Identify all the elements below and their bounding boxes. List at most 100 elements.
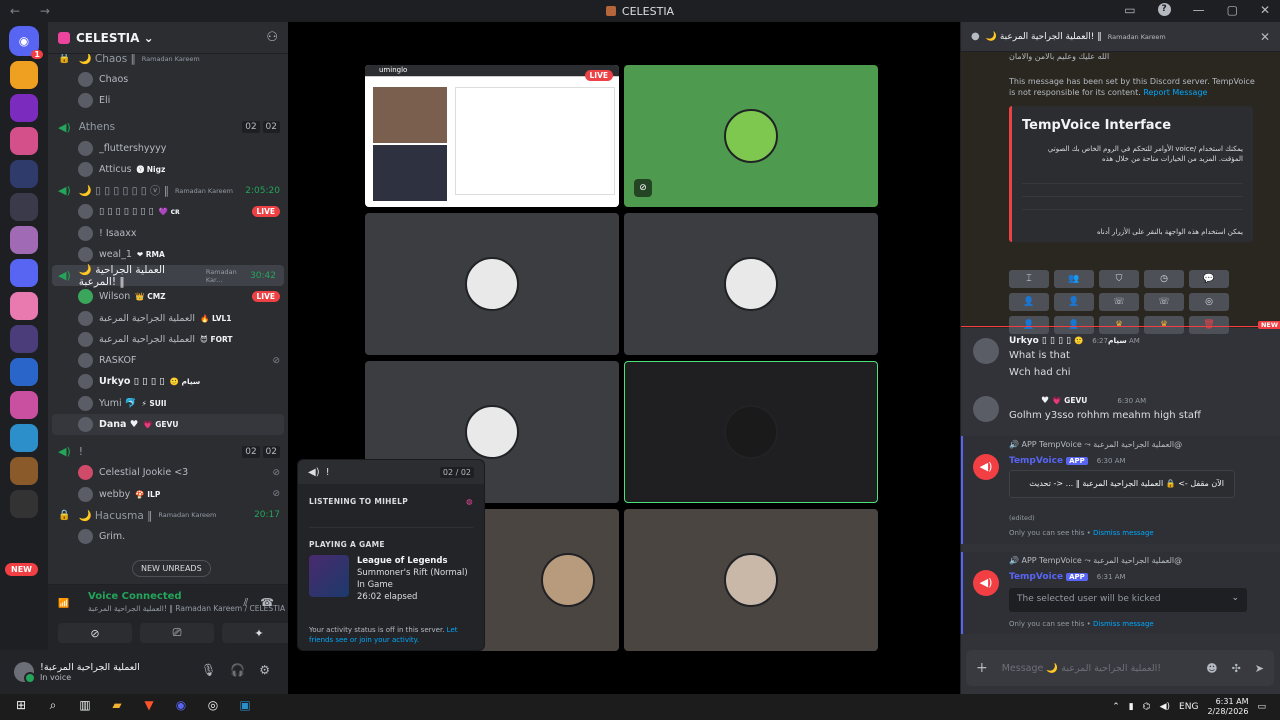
clock[interactable]: 6:31 AM 2/28/2026 xyxy=(1207,697,1248,717)
message-composer[interactable]: + Message 🌙 العملية الجراحية المرعبة! ‖ … xyxy=(966,650,1274,686)
participant-tile[interactable] xyxy=(624,213,878,355)
voice-member[interactable]: Eli xyxy=(48,90,288,111)
server-icon[interactable] xyxy=(10,391,38,419)
claim-button[interactable]: ♛ xyxy=(1099,316,1139,334)
headphones-icon[interactable]: 🎧 xyxy=(230,663,245,677)
new-pill[interactable]: NEW xyxy=(5,563,38,576)
server-icon[interactable] xyxy=(10,226,38,254)
voice-member[interactable]: ▯ ▯ ▯ ▯ ▯ ▯ ▯ 💜 ᴄʀ LIVE xyxy=(48,201,288,222)
chat-message[interactable]: ♥ 💗 GEVU 6:30 AM Golhm y3sso rohhm meahm … xyxy=(961,392,1280,432)
voice-member[interactable]: weal_1 ❤ RMA xyxy=(48,244,288,265)
history-nav[interactable]: ← → xyxy=(0,4,60,18)
region-button[interactable]: ◎ xyxy=(1189,293,1229,311)
minimize-button[interactable]: — xyxy=(1193,3,1205,17)
inbox-icon[interactable]: ▭ xyxy=(1124,3,1135,17)
message-author[interactable]: Urkyo ▯ ▯ ▯ ▯ 🙂 سيام6:27 AM xyxy=(1009,336,1140,346)
user-select-dropdown[interactable]: The selected user will be kicked ⌄ xyxy=(1009,588,1247,612)
task-view-icon[interactable]: ▥ xyxy=(74,698,96,716)
network-icon[interactable]: ⌬ xyxy=(1143,702,1151,712)
signal-icon[interactable]: 📶 xyxy=(58,599,69,609)
server-icon[interactable] xyxy=(10,259,38,287)
dismiss-link[interactable]: Dismiss message xyxy=(1093,620,1154,628)
maximize-button[interactable]: ▢ xyxy=(1227,3,1238,17)
folder-icon[interactable]: ▰ xyxy=(106,698,128,716)
help-icon[interactable]: ? xyxy=(1157,3,1171,16)
server-icon[interactable] xyxy=(10,127,38,155)
untrust-button[interactable]: 👤 xyxy=(1054,293,1094,311)
camera-button[interactable]: ⊘ xyxy=(58,623,132,643)
waiting-room-button[interactable]: ◷ xyxy=(1144,270,1184,288)
limit-button[interactable]: 👥 xyxy=(1054,270,1094,288)
unblock-button[interactable]: 👤 xyxy=(1054,316,1094,334)
voice-channel[interactable]: 🔒 🌙 Chaos ‖ Ramadan Kareem xyxy=(48,54,288,69)
voice-member[interactable]: Atticus 🅨 Nigz xyxy=(48,159,288,180)
voice-member[interactable]: Dana ♥ 💗 GEVU xyxy=(52,413,284,436)
noise-suppression-icon[interactable]: ⫽ xyxy=(243,596,248,610)
chevron-up-icon[interactable]: ⌃ xyxy=(1112,702,1120,712)
message-input[interactable]: Message 🌙 العملية الجراحية المرعبة! ‖ R.… xyxy=(1002,663,1162,674)
stream-tile[interactable]: uminglo LIVE xyxy=(365,65,619,207)
voice-status[interactable]: Voice Connected xyxy=(88,591,182,602)
disconnect-icon[interactable]: ☎ xyxy=(260,596,274,610)
apps-icon[interactable]: ✣ xyxy=(1232,662,1241,675)
message-author[interactable]: TempVoice APP 6:31 AM xyxy=(1009,572,1126,582)
server-icon[interactable] xyxy=(10,292,38,320)
ephemeral-message[interactable]: 🔊 APP TempVoice ⤳ العملية الجراحية المرع… xyxy=(961,436,1280,544)
participant-tile[interactable] xyxy=(624,509,878,651)
send-icon[interactable]: ➤ xyxy=(1255,662,1264,675)
activities-button[interactable]: ✦ xyxy=(222,623,296,643)
chat-message[interactable]: Urkyo ▯ ▯ ▯ ▯ 🙂 سيام6:27 AM What is that… xyxy=(961,334,1280,392)
server-icon[interactable] xyxy=(10,61,38,89)
kick-button[interactable]: ☏ xyxy=(1144,293,1184,311)
home-button[interactable]: ◉ 1 xyxy=(9,26,43,59)
emoji-icon[interactable]: ☻ xyxy=(1206,662,1217,675)
participant-tile[interactable]: ⊘ xyxy=(624,65,878,207)
server-header[interactable]: CELESTIA ⌄ ⚇ xyxy=(48,22,288,54)
server-icon[interactable] xyxy=(10,325,38,353)
voice-member[interactable]: webby 🍄 ILP ⊘ xyxy=(48,483,288,504)
trust-button[interactable]: 👤 xyxy=(1009,293,1049,311)
voice-member[interactable]: RASKOF ⊘ xyxy=(48,350,288,371)
avatar[interactable] xyxy=(973,338,999,364)
voice-member[interactable]: Celestial Jookie <3 ⊘ xyxy=(48,462,288,483)
attach-plus-icon[interactable]: + xyxy=(976,660,988,676)
voice-member[interactable]: _fluttershyyyy xyxy=(48,138,288,159)
volume-icon[interactable]: ◀) xyxy=(1160,702,1170,712)
message-author[interactable]: ♥ 💗 GEVU 6:30 AM xyxy=(1041,396,1146,406)
invite-button[interactable]: ☏ xyxy=(1099,293,1139,311)
privacy-button[interactable]: ⛉ xyxy=(1099,270,1139,288)
close-icon[interactable]: ✕ xyxy=(1260,30,1270,44)
server-icon[interactable] xyxy=(10,160,38,188)
close-button[interactable]: ✕ xyxy=(1260,3,1270,17)
participant-tile[interactable] xyxy=(365,213,619,355)
server-icon[interactable] xyxy=(10,424,38,452)
invite-icon[interactable]: ⚇ xyxy=(266,30,278,45)
notification-icon[interactable]: ▭ xyxy=(1257,702,1266,712)
popout-header[interactable]: ◀) ! 02 / 02 xyxy=(298,460,484,484)
voice-channel[interactable]: ◀) 🌙 ▯ ▯ ▯ ▯ ▯ ▯ ⓥ ‖ Ramadan Kareem 2:05… xyxy=(48,180,288,201)
transfer-button[interactable]: ♛ xyxy=(1144,316,1184,334)
language-indicator[interactable]: ENG xyxy=(1179,702,1198,712)
server-icon[interactable] xyxy=(10,457,38,485)
game-activity[interactable]: League of Legends Summoner's Rift (Norma… xyxy=(298,549,484,603)
server-icon[interactable] xyxy=(10,490,38,518)
new-unreads-pill[interactable]: NEW UNREADS xyxy=(132,560,211,577)
screen-share-button[interactable]: ⎚ xyxy=(140,623,214,643)
app-icon[interactable]: ▣ xyxy=(234,698,256,716)
start-icon[interactable]: ⊞ xyxy=(10,698,32,716)
ephemeral-message[interactable]: 🔊 APP TempVoice ⤳ العملية الجراحية المرع… xyxy=(961,552,1280,634)
voice-channel[interactable]: 🔒 🌙 Hacusma ‖ Ramadan Kareem 20:17 xyxy=(48,505,288,526)
voice-member[interactable]: Wilson 👑 CMZ LIVE xyxy=(48,286,288,307)
voice-member[interactable]: Chaos xyxy=(48,69,288,90)
participant-tile-speaking[interactable] xyxy=(624,361,878,503)
voice-member[interactable]: Grim. xyxy=(48,526,288,547)
discord-icon[interactable]: ◉ xyxy=(170,698,192,716)
delete-button[interactable]: 🗑 xyxy=(1189,316,1229,334)
rename-button[interactable]: ⌶ xyxy=(1009,270,1049,288)
voice-member[interactable]: Urkyo ▯ ▯ ▯ ▯ 🙂 سيام xyxy=(48,371,288,392)
brave-icon[interactable]: ▼ xyxy=(138,698,160,716)
reply-reference[interactable]: 🔊 APP TempVoice ⤳ العملية الجراحية المرع… xyxy=(1009,556,1182,566)
thread-button[interactable]: 💬 xyxy=(1189,270,1229,288)
report-link[interactable]: Report Message xyxy=(1143,88,1207,97)
voice-member[interactable]: Yumi 🐬 ⚡ SUII xyxy=(48,393,288,414)
